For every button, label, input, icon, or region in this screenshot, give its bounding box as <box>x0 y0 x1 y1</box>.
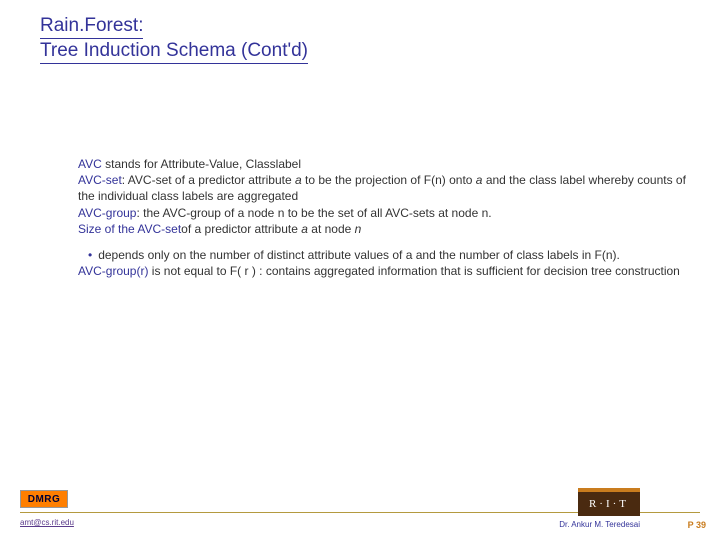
avc-keyword: AVC <box>78 157 102 171</box>
page-number: P 39 <box>688 520 706 530</box>
avcgroup-line: AVC-group: the AVC-group of a node n to … <box>78 205 690 221</box>
avc-text: stands for Attribute-Value, Classlabel <box>102 157 301 171</box>
size-t2: at node <box>308 222 355 236</box>
avcgroup-r-text: is not equal to F( r ) : contains aggreg… <box>148 264 679 278</box>
bullet-icon: • <box>88 247 92 263</box>
avcgroup-keyword: AVC-group <box>78 206 136 220</box>
avcgroup-r-keyword: AVC-group(r) <box>78 264 148 278</box>
slide-body: AVC stands for Attribute-Value, Classlab… <box>78 156 690 279</box>
footer: DMRG amt@cs.rit.edu R·I·T Dr. Ankur M. T… <box>0 488 720 540</box>
title-line2: Tree Induction Schema (Cont'd) <box>40 40 308 61</box>
size-line: Size of the AVC-setof a predictor attrib… <box>78 221 690 237</box>
avcset-t1: : AVC-set of a predictor attribute <box>122 173 295 187</box>
bullet-row: • depends only on the number of distinct… <box>88 247 690 263</box>
avcset-t2: to be the projection of F(n) onto <box>302 173 476 187</box>
avcgroup-r-line: AVC-group(r) is not equal to F( r ) : co… <box>78 263 690 279</box>
rit-text: R·I·T <box>578 492 640 516</box>
size-t1: of a predictor attribute <box>181 222 301 236</box>
slide-title: Rain.Forest: Tree Induction Schema (Cont… <box>40 14 308 64</box>
author: Dr. Ankur M. Teredesai <box>559 520 640 529</box>
dmrg-text: DMRG <box>28 494 61 505</box>
size-a: a <box>301 222 308 236</box>
avc-line: AVC stands for Attribute-Value, Classlab… <box>78 156 690 172</box>
size-n: n <box>355 222 362 236</box>
title-line1: Rain.Forest: <box>40 15 143 36</box>
sub-block: • depends only on the number of distinct… <box>78 247 690 279</box>
avcgroup-text: : the AVC-group of a node n to be the se… <box>136 206 491 220</box>
avcset-a1: a <box>295 173 302 187</box>
avcset-line: AVC-set: AVC-set of a predictor attribut… <box>78 172 690 204</box>
dmrg-logo: DMRG <box>20 490 68 508</box>
bullet-text: depends only on the number of distinct a… <box>98 247 620 263</box>
email-link[interactable]: amt@cs.rit.edu <box>20 518 74 527</box>
avcset-keyword: AVC-set <box>78 173 122 187</box>
size-keyword: Size of the AVC-set <box>78 222 181 236</box>
rit-logo: R·I·T <box>578 488 640 516</box>
